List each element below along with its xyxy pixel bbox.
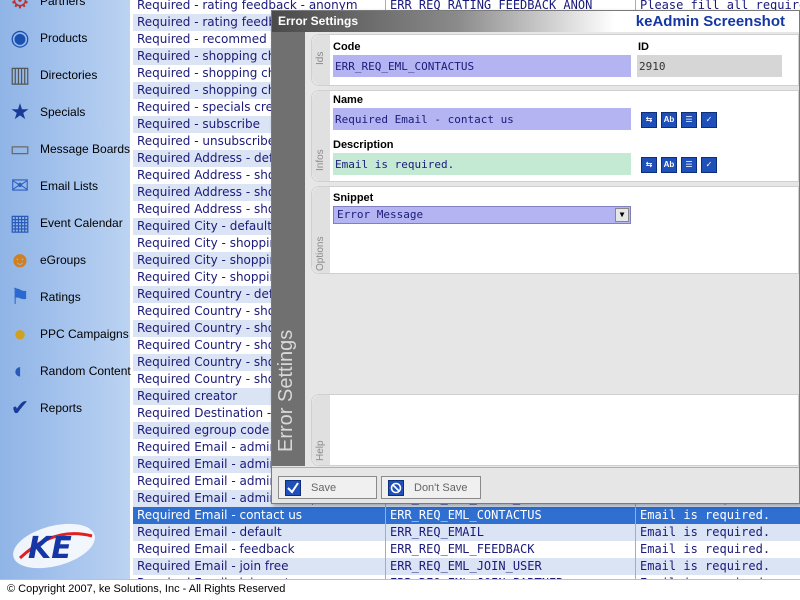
ids-tab-label: Ids (315, 51, 326, 65)
translate-icon[interactable]: ⇆ (641, 157, 657, 173)
dialog-side-strip: Error Settings k E (272, 32, 305, 484)
table-row[interactable]: Required Email - feedback ERR_REQ_EML_FEE… (133, 541, 800, 558)
save-button-label: Save (311, 481, 337, 494)
snippet-label: Snippet (333, 192, 374, 204)
dialog-button-bar: Save Don't Save (272, 467, 799, 503)
sidebar-item-ratings[interactable]: ⚑ Ratings (4, 278, 128, 315)
name-field[interactable] (333, 108, 631, 130)
error-settings-dialog: Error Settings keAdmin Screenshot Error … (271, 10, 800, 504)
description-field[interactable] (333, 153, 631, 175)
sidebar-item-email-lists[interactable]: ✉ Email Lists (4, 167, 128, 204)
sidebar-item-event-calendar[interactable]: ▦ Event Calendar (4, 204, 128, 241)
help-section: Help (311, 394, 799, 466)
table-row[interactable]: Required Email - default ERR_REQ_EMAIL Ema… (133, 524, 800, 541)
code-label: Code (333, 41, 361, 53)
row-name-cell: Required Email - default (137, 525, 282, 539)
row-name-cell: Required Email - contact us (137, 508, 303, 522)
snippet-select[interactable]: Error Message ▼ (333, 206, 631, 224)
name-label: Name (333, 94, 363, 106)
copyright-footer: © Copyright 2007, ke Solutions, Inc - Al… (0, 579, 800, 600)
spellcheck-icon[interactable]: ✓ (701, 112, 717, 128)
email-icon: ✉ (10, 172, 30, 198)
sidebar-item-label: Random Content (40, 363, 131, 378)
help-tab[interactable]: Help (312, 395, 330, 465)
table-row[interactable]: Required Email - join free ERR_REQ_EML_JO… (133, 558, 800, 575)
products-icon: ◉ (10, 24, 30, 50)
dialog-titlebar[interactable]: Error Settings keAdmin Screenshot (272, 11, 799, 32)
help-tab-label: Help (315, 440, 326, 461)
id-label: ID (638, 41, 649, 53)
row-code-cell: ERR_REQ_EML_JOIN_USER (385, 558, 633, 575)
brand-title: keAdmin Screenshot (635, 13, 785, 30)
dont-save-button[interactable]: Don't Save (381, 476, 481, 499)
row-code-cell: ERR_REQ_EMAIL (385, 524, 633, 541)
random-icon: ◐ (13, 357, 27, 383)
sidebar-item-label: Partners (40, 0, 86, 8)
table-row[interactable]: Required Email - contact us ERR_REQ_EML_C… (133, 507, 800, 524)
coins-icon: ● (13, 320, 27, 346)
row-message-cell: Email is required. (635, 541, 800, 558)
row-code-cell: ERR_REQ_EML_FEEDBACK (385, 541, 633, 558)
list-icon[interactable]: ☰ (681, 112, 697, 128)
description-label: Description (333, 139, 394, 151)
sidebar-item-random-content[interactable]: ◐ Random Content (4, 352, 131, 389)
row-message-cell: Email is required. (635, 524, 800, 541)
sidebar-item-label: PPC Campaigns (40, 326, 129, 341)
sidebar-item-message-boards[interactable]: ▭ Message Boards (4, 130, 131, 167)
check-icon (285, 479, 301, 496)
sidebar-item-label: Directories (40, 67, 98, 82)
spellcheck-icon[interactable]: ✓ (701, 157, 717, 173)
snippet-selected-value: Error Message (337, 208, 424, 221)
calendar-icon: ▦ (9, 209, 31, 235)
options-tab[interactable]: Options (312, 187, 330, 273)
checklist-icon: ✔ (10, 394, 30, 420)
sidebar: ⚙ Partners ◉ Products ▥ Directories ★ Specials ▭… (0, 0, 131, 580)
sidebar-item-directories[interactable]: ▥ Directories (4, 56, 128, 93)
row-code-cell: ERR_REQ_EML_CONTACTUS (385, 507, 633, 524)
sidebar-item-label: Ratings (40, 289, 81, 304)
sidebar-item-partners[interactable]: ⚙ Partners (4, 0, 128, 19)
row-message-cell: Email is required. (635, 507, 800, 524)
sidebar-item-label: Reports (40, 400, 83, 415)
dont-save-button-label: Don't Save (414, 481, 468, 494)
sidebar-item-label: eGroups (40, 252, 87, 267)
chevron-down-icon[interactable]: ▼ (615, 208, 629, 222)
save-button[interactable]: Save (278, 476, 377, 499)
infos-tab-label: Infos (315, 149, 326, 171)
sidebar-item-ppc-campaigns[interactable]: ● PPC Campaigns (4, 315, 128, 352)
options-section: Options (311, 186, 799, 274)
code-field[interactable] (333, 55, 631, 77)
directories-icon: ▥ (9, 61, 31, 87)
whiteboard-icon: ▭ (9, 135, 31, 161)
row-name-cell: Required Email - join free (137, 559, 289, 573)
id-field (637, 55, 782, 77)
options-tab-label: Options (315, 236, 326, 271)
cancel-icon (388, 479, 404, 496)
sidebar-item-egroups[interactable]: ☻ eGroups (4, 241, 128, 278)
text-format-icon[interactable]: Ab (661, 157, 677, 173)
svg-text:KE: KE (28, 531, 72, 566)
sidebar-item-label: Products (40, 30, 88, 45)
sidebar-item-label: Event Calendar (40, 215, 123, 230)
people-icon: ☻ (8, 246, 32, 272)
text-format-icon[interactable]: Ab (661, 112, 677, 128)
sidebar-item-specials[interactable]: ★ Specials (4, 93, 128, 130)
list-icon[interactable]: ☰ (681, 157, 697, 173)
ids-tab[interactable]: Ids (312, 35, 330, 85)
infos-tab[interactable]: Infos (312, 91, 330, 181)
ke-logo: KE (13, 523, 95, 569)
sidebar-item-products[interactable]: ◉ Products (4, 19, 128, 56)
vertical-dialog-title: Error Settings (275, 329, 297, 452)
partners-icon: ⚙ (10, 0, 30, 13)
sidebar-item-label: Email Lists (40, 178, 99, 193)
row-name-cell: Required Email - feedback (137, 542, 295, 556)
ratings-icon: ⚑ (10, 283, 30, 309)
translate-icon[interactable]: ⇆ (641, 112, 657, 128)
sidebar-item-label: Specials (40, 104, 86, 119)
star-icon: ★ (10, 98, 30, 124)
row-message-cell: Email is required. (635, 558, 800, 575)
sidebar-item-reports[interactable]: ✔ Reports (4, 389, 128, 426)
sidebar-item-label: Message Boards (40, 141, 131, 156)
dialog-title: Error Settings (278, 14, 359, 28)
